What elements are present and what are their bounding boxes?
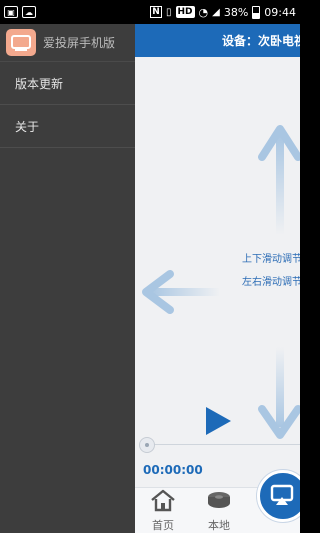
navigation-drawer: 爱投屏手机版 版本更新 关于 <box>0 24 135 533</box>
vibrate-icon: ▯ <box>166 6 172 18</box>
drawer-header: 爱投屏手机版 <box>0 24 135 62</box>
nfc-icon: N <box>150 6 162 18</box>
tab-local[interactable]: 本地 <box>194 488 244 533</box>
status-bar: ▣ ☁ N ▯ HD ◔ ◢ 38% 09:44 <box>0 0 300 24</box>
hint-volume: 上下滑动调节 <box>242 254 300 265</box>
cast-button[interactable] <box>257 470 300 522</box>
tab-local-label: 本地 <box>208 519 230 532</box>
battery-percent: 38% <box>223 5 249 19</box>
disk-icon <box>208 492 230 508</box>
wifi-icon: ◔ <box>198 5 209 19</box>
arrow-down-icon <box>258 347 300 439</box>
app-logo <box>6 29 36 56</box>
notification-cloud-icon: ☁ <box>22 6 36 18</box>
tab-home[interactable]: 首页 <box>138 488 188 533</box>
home-icon <box>151 489 175 512</box>
menu-item-label: 版本更新 <box>15 76 64 91</box>
menu-item-update[interactable]: 版本更新 <box>0 62 135 105</box>
signal-icon: ◢ <box>212 6 220 18</box>
notification-image-icon: ▣ <box>4 6 18 18</box>
app-name: 爱投屏手机版 <box>43 36 116 50</box>
battery-icon <box>252 5 261 19</box>
menu-item-about[interactable]: 关于 <box>0 105 135 148</box>
arrow-left-icon <box>142 270 220 314</box>
seek-handle[interactable] <box>139 437 155 453</box>
hd-badge: HD <box>175 6 195 18</box>
screen-cast-icon <box>270 484 294 505</box>
cast-screen-icon <box>11 34 31 51</box>
clock: 09:44 <box>264 5 296 19</box>
tab-home-label: 首页 <box>152 519 174 532</box>
arrow-up-icon <box>258 125 300 235</box>
play-button[interactable] <box>204 406 232 436</box>
seek-track[interactable] <box>148 444 300 445</box>
device-label[interactable]: 设备：次卧电视 <box>222 32 300 49</box>
menu-item-label: 关于 <box>15 119 40 134</box>
hint-seek: 左右滑动调节 <box>242 277 300 288</box>
playback-time: 00:00:00 <box>143 463 203 477</box>
